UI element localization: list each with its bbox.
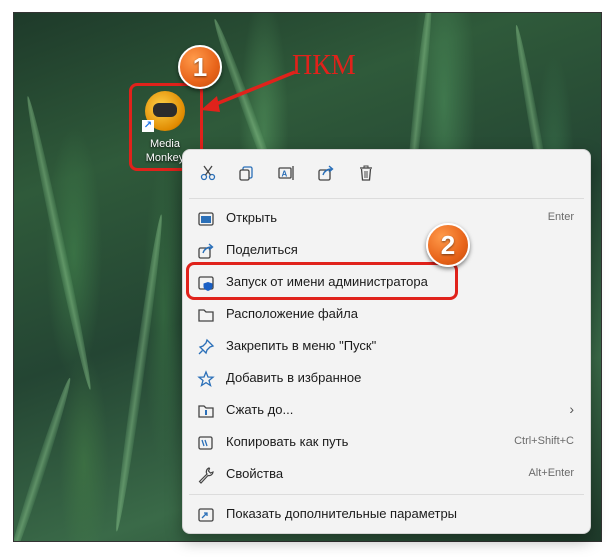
menu-item-pin-start[interactable]: Закрепить в меню "Пуск"	[183, 330, 590, 362]
step-badge-2: 2	[426, 223, 470, 267]
rename-icon[interactable]: A	[273, 160, 299, 186]
menu-item-shortcut: Enter	[547, 211, 574, 223]
menu-separator	[189, 198, 584, 199]
menu-item-label: Копировать как путь	[226, 434, 349, 449]
menu-item-properties[interactable]: Свойства Alt+Enter	[183, 458, 590, 490]
chevron-right-icon: ›	[569, 401, 574, 417]
menu-item-add-favorites[interactable]: Добавить в избранное	[183, 362, 590, 394]
cut-icon[interactable]	[195, 160, 221, 186]
zip-icon	[197, 402, 215, 420]
menu-item-open[interactable]: Открыть Enter	[183, 202, 590, 234]
menu-item-file-location[interactable]: Расположение файла	[183, 298, 590, 330]
menu-item-label: Поделиться	[226, 242, 298, 257]
delete-icon[interactable]	[353, 160, 379, 186]
open-icon	[197, 210, 215, 228]
folder-icon	[197, 306, 215, 324]
annotation-label: ПКМ	[292, 50, 356, 81]
menu-item-copy-as-path[interactable]: Копировать как путь Ctrl+Shift+C	[183, 426, 590, 458]
svg-text:A: A	[282, 170, 288, 179]
menu-item-label: Сжать до...	[226, 402, 294, 417]
context-menu-toolbar: A	[183, 150, 590, 194]
menu-item-more-options[interactable]: Показать дополнительные параметры	[183, 498, 590, 530]
highlight-run-as-admin	[186, 262, 458, 300]
copy-icon[interactable]	[233, 160, 259, 186]
menu-item-label: Свойства	[226, 466, 284, 481]
menu-item-shortcut: Alt+Enter	[528, 467, 574, 479]
share-icon[interactable]	[313, 160, 339, 186]
menu-item-compress[interactable]: Сжать до... ›	[183, 394, 590, 426]
menu-item-label: Закрепить в меню "Пуск"	[226, 338, 377, 353]
menu-item-label: Расположение файла	[226, 306, 358, 321]
more-options-icon	[197, 506, 215, 524]
star-icon	[197, 370, 215, 388]
wrench-icon	[197, 466, 215, 484]
copy-path-icon	[197, 434, 215, 452]
menu-item-shortcut: Ctrl+Shift+C	[514, 435, 574, 447]
share-icon	[197, 242, 215, 260]
menu-separator	[189, 494, 584, 495]
menu-item-label: Показать дополнительные параметры	[226, 506, 458, 521]
menu-item-label: Добавить в избранное	[226, 370, 362, 385]
context-menu: A Открыть Enter Поделиться Запуск от име…	[182, 149, 591, 534]
annotation-arrow	[201, 70, 296, 112]
menu-item-label: Открыть	[226, 210, 278, 225]
pin-icon	[197, 338, 215, 356]
